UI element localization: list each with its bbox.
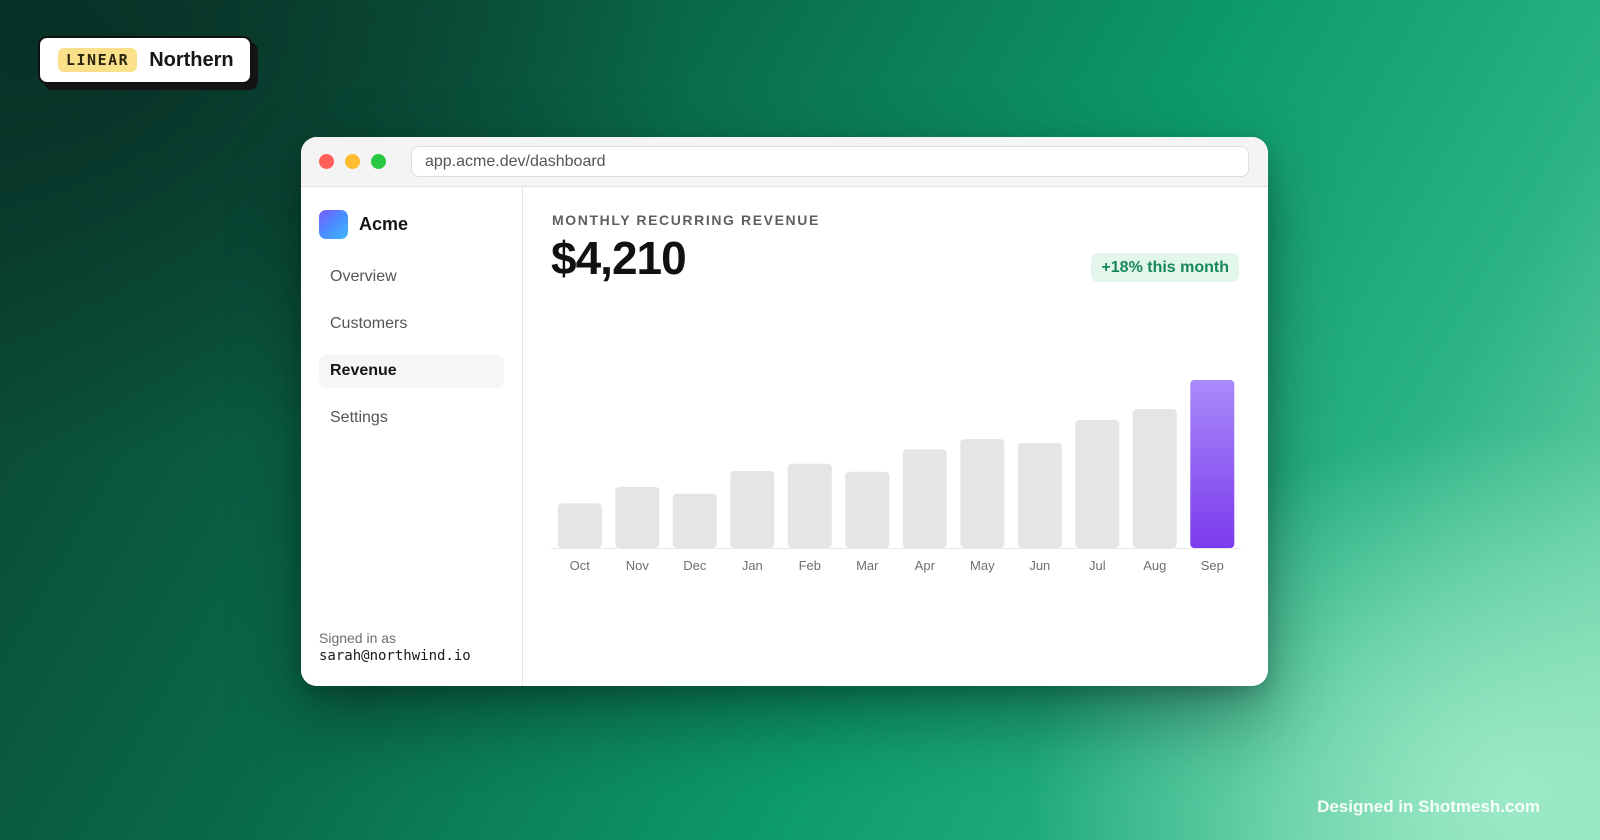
bar-oct: [557, 503, 602, 548]
signed-in-label: Signed in as: [319, 630, 397, 646]
bar-sep: [1190, 380, 1235, 548]
chart-svg: Oct Nov Dec Jan Feb Mar Apr May Jun Jul Aug Sep: [551, 380, 1241, 573]
brand-name: Northern: [149, 48, 234, 71]
sidebar-item-customers[interactable]: Customers: [319, 307, 504, 341]
designer-credit: Designed in Shotmesh.com: [1317, 797, 1540, 816]
x-tick-label: Feb: [799, 558, 821, 573]
bar-dec: [672, 493, 717, 548]
minimize-window-button[interactable]: [345, 154, 360, 169]
sidebar-item-settings[interactable]: Settings: [319, 401, 504, 435]
x-tick-label: Jun: [1029, 558, 1050, 573]
sidebar-item-revenue[interactable]: Revenue: [319, 354, 504, 388]
bar-feb: [787, 463, 832, 548]
signed-in-info: Signed in as sarah@northwind.io: [319, 630, 471, 664]
x-tick-label: Mar: [856, 558, 879, 573]
title-bar: app.acme.dev/dashboard: [301, 137, 1268, 187]
bar-jul: [1075, 419, 1120, 548]
kpi-label: MONTHLY RECURRING REVENUE: [552, 212, 820, 228]
x-tick-label: Jan: [742, 558, 763, 573]
revenue-chart: Oct Nov Dec Jan Feb Mar Apr May Jun Jul Aug Sep: [551, 373, 1241, 573]
delta-badge: +18% this month: [1091, 253, 1239, 282]
brand-tag: LINEAR: [58, 48, 138, 72]
x-tick-label: Oct: [570, 558, 591, 573]
bar-aug: [1132, 409, 1177, 548]
browser-window: app.acme.dev/dashboard Acme Overview Cus…: [301, 137, 1268, 686]
zoom-window-button[interactable]: [371, 154, 386, 169]
x-tick-label: May: [970, 558, 995, 573]
x-tick-label: Nov: [626, 558, 650, 573]
bar-may: [960, 439, 1005, 548]
brand-badge: LINEAR Northern: [38, 36, 252, 84]
workspace-logo: [319, 210, 348, 239]
bar-jan: [730, 471, 775, 548]
x-tick-label: Jul: [1089, 558, 1106, 573]
x-tick-label: Aug: [1143, 558, 1166, 573]
kpi-value: $4,210: [551, 232, 687, 284]
sidebar: Acme Overview Customers Revenue Settings…: [301, 187, 523, 686]
bar-jun: [1017, 443, 1062, 548]
bar-nov: [615, 486, 660, 548]
sidebar-item-overview[interactable]: Overview: [319, 260, 504, 294]
x-tick-label: Dec: [683, 558, 707, 573]
signed-in-email: sarah@northwind.io: [319, 648, 471, 664]
x-tick-label: Sep: [1201, 558, 1224, 573]
bar-mar: [845, 471, 890, 548]
close-window-button[interactable]: [319, 154, 334, 169]
workspace-switcher[interactable]: Acme: [319, 210, 408, 239]
bar-apr: [902, 449, 947, 548]
workspace-name: Acme: [359, 214, 409, 234]
address-bar[interactable]: app.acme.dev/dashboard: [411, 146, 1249, 177]
x-tick-label: Apr: [915, 558, 936, 573]
main-content: MONTHLY RECURRING REVENUE $4,210 +18% th…: [523, 187, 1268, 686]
sidebar-nav: Overview Customers Revenue Settings: [319, 260, 504, 448]
